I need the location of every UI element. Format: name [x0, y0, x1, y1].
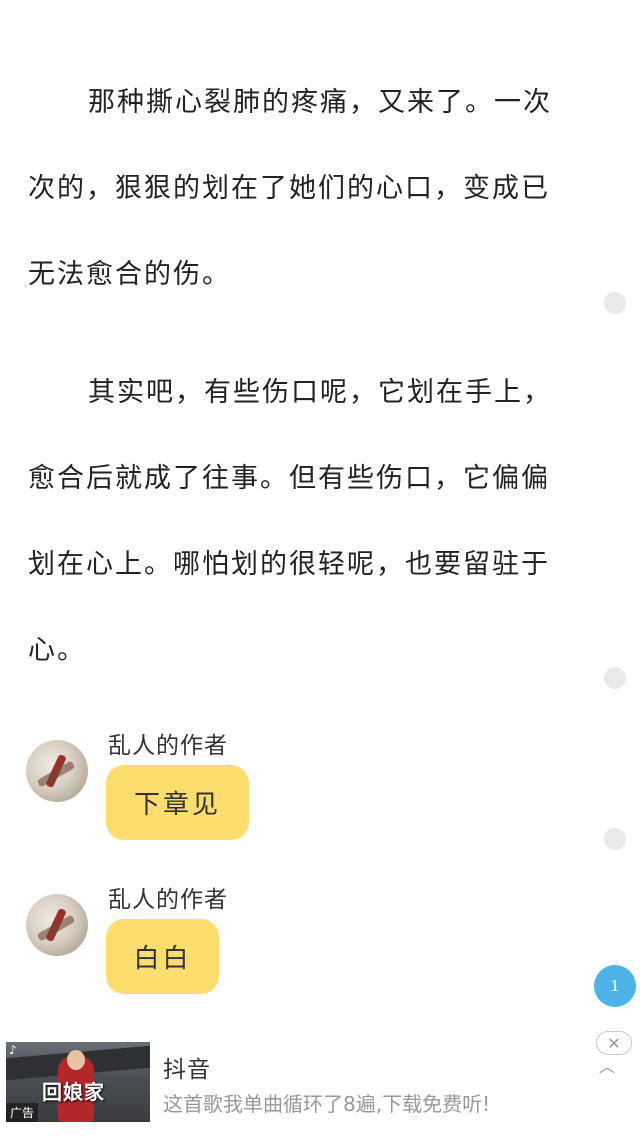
ad-image[interactable]: ♪ 回娘家 广告	[6, 1042, 150, 1122]
author-name: 乱人的作者	[108, 887, 228, 913]
scroll-marker-dot[interactable]	[604, 292, 626, 314]
message-bubble: 白白	[106, 919, 219, 994]
ad-title[interactable]: 抖音	[163, 1050, 211, 1084]
author-avatar[interactable]	[26, 740, 88, 802]
page-number-badge[interactable]: 1	[594, 965, 636, 1007]
scroll-marker-dot[interactable]	[604, 667, 626, 689]
message-bubble: 下章见	[106, 765, 249, 840]
author-avatar[interactable]	[26, 894, 88, 956]
article-paragraph-1: 那种撕心裂肺的疼痛，又来了。一次次的，狠狠的划在了她们的心口，变成已无法愈合的伤…	[28, 60, 573, 318]
ad-image-caption: 回娘家	[42, 1080, 105, 1104]
paragraph-text: 其实吧，有些伤口呢，它划在手上，愈合后就成了往事。但有些伤口，它偏偏划在心上。哪…	[28, 377, 552, 666]
tiktok-icon: ♪	[9, 1043, 17, 1057]
chevron-up-icon[interactable]: ︿	[599, 1053, 615, 1077]
ad-label: 广告	[6, 1103, 39, 1122]
author-name: 乱人的作者	[108, 733, 228, 759]
ad-banner[interactable]: ♪ 回娘家 广告 抖音 这首歌我单曲循环了8遍,下载免费听!	[0, 1036, 640, 1138]
close-icon[interactable]: ✕	[596, 1031, 632, 1055]
scroll-marker-dot[interactable]	[604, 828, 626, 850]
ad-description[interactable]: 这首歌我单曲循环了8遍,下载免费听!	[163, 1088, 490, 1117]
paragraph-text: 那种撕心裂肺的疼痛，又来了。一次次的，狠狠的划在了她们的心口，变成已无法愈合的伤…	[28, 87, 552, 290]
article-paragraph-2: 其实吧，有些伤口呢，它划在手上，愈合后就成了往事。但有些伤口，它偏偏划在心上。哪…	[28, 350, 573, 694]
